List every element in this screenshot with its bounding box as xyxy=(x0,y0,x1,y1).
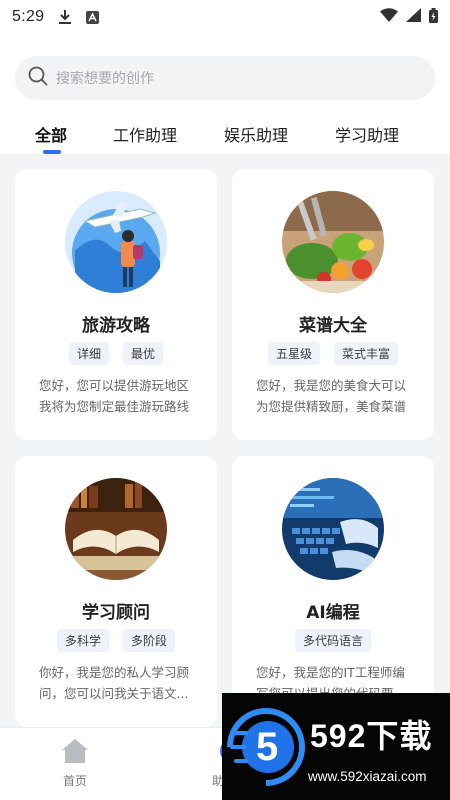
card-tags: 五星级 菜式丰富 xyxy=(232,342,434,365)
battery-icon xyxy=(429,7,438,27)
header: 搜索想要的创作 全部 工作助理 娱乐助理 学习助理 xyxy=(0,34,450,154)
tag: 多代码语言 xyxy=(294,629,371,652)
watermark-number: 5 xyxy=(256,725,279,769)
card-study-advisor[interactable]: 学习顾问 多科学 多阶段 你好，我是您的私人学习顾 问，您可以问我关于语文... xyxy=(15,456,217,727)
nav-home[interactable]: 首页 xyxy=(45,738,105,789)
tab-all[interactable]: 全部 xyxy=(35,122,67,146)
search-icon xyxy=(28,66,48,90)
card-description-line: 您好，我是您的美食大可以 xyxy=(256,378,407,393)
card-description: 您好，我是您的美食大可以 为您提供精致厨，美食菜谱 xyxy=(256,375,416,417)
card-title: 旅游攻略 xyxy=(82,316,150,336)
tag: 菜式丰富 xyxy=(334,342,399,365)
card-tags: 详细 最优 xyxy=(15,342,217,365)
wifi-icon xyxy=(380,8,398,26)
tag: 最优 xyxy=(123,342,164,365)
card-description-line: 为您提供精致厨，美食菜谱 xyxy=(256,399,407,414)
card-title: 学习顾问 xyxy=(82,603,150,623)
tab-study-assistant[interactable]: 学习助理 xyxy=(335,122,399,146)
card-title: 菜谱大全 xyxy=(299,316,367,336)
food-photo-icon xyxy=(282,191,384,293)
status-time: 5:29 xyxy=(12,8,45,25)
card-description-line: 你好，我是您的私人学习顾 xyxy=(39,665,190,680)
card-tags: 多科学 多阶段 xyxy=(15,629,217,652)
active-tab-indicator xyxy=(43,150,61,154)
app-notification-icon xyxy=(86,10,100,24)
card-description-line: 您好，我是您的IT工程师编 xyxy=(256,665,405,680)
card-travel-guide[interactable]: 旅游攻略 详细 最优 您好，您可以提供游玩地区 我将为您制定最佳游玩路线 xyxy=(15,169,217,440)
category-tabs: 全部 工作助理 娱乐助理 学习助理 xyxy=(0,116,450,154)
card-title: AI编程 xyxy=(306,603,360,623)
card-description: 您好，您可以提供游玩地区 我将为您制定最佳游玩路线 xyxy=(39,375,199,417)
nav-home-label: 首页 xyxy=(62,774,87,788)
tag: 多科学 xyxy=(56,629,109,652)
tag: 五星级 xyxy=(267,342,320,365)
card-description-line: 您好，您可以提供游玩地区 xyxy=(39,378,190,393)
site-watermark: 5 592下载 www.592xiazai.com xyxy=(222,693,450,800)
search-bar[interactable]: 搜索想要的创作 xyxy=(15,56,435,100)
card-description-line: 问，您可以问我关于语文... xyxy=(39,686,189,701)
tab-work-assistant[interactable]: 工作助理 xyxy=(113,122,177,146)
watermark-url: www.592xiazai.com xyxy=(308,769,427,784)
keyboard-photo-icon xyxy=(282,478,384,580)
card-ai-programming[interactable]: AI编程 多代码语言 您好，我是您的IT工程师编 写您可以提出您的代码要 xyxy=(232,456,434,727)
tag: 多阶段 xyxy=(123,629,176,652)
home-icon xyxy=(61,739,89,768)
travel-illustration-icon xyxy=(65,191,167,293)
tab-entertainment-assistant[interactable]: 娱乐助理 xyxy=(224,122,288,146)
card-recipes[interactable]: 菜谱大全 五星级 菜式丰富 您好，我是您的美食大可以 为您提供精致厨，美食菜谱 xyxy=(232,169,434,440)
signal-icon xyxy=(406,8,421,26)
card-description-line: 我将为您制定最佳游玩路线 xyxy=(39,399,190,414)
download-icon xyxy=(58,9,72,25)
book-photo-icon xyxy=(65,478,167,580)
card-tags: 多代码语言 xyxy=(232,629,434,652)
status-bar: 5:29 xyxy=(0,0,450,34)
tag: 详细 xyxy=(68,342,109,365)
watermark-text: 592下载 xyxy=(310,718,433,754)
card-description: 你好，我是您的私人学习顾 问，您可以问我关于语文... xyxy=(39,662,199,704)
search-placeholder[interactable]: 搜索想要的创作 xyxy=(56,68,154,88)
